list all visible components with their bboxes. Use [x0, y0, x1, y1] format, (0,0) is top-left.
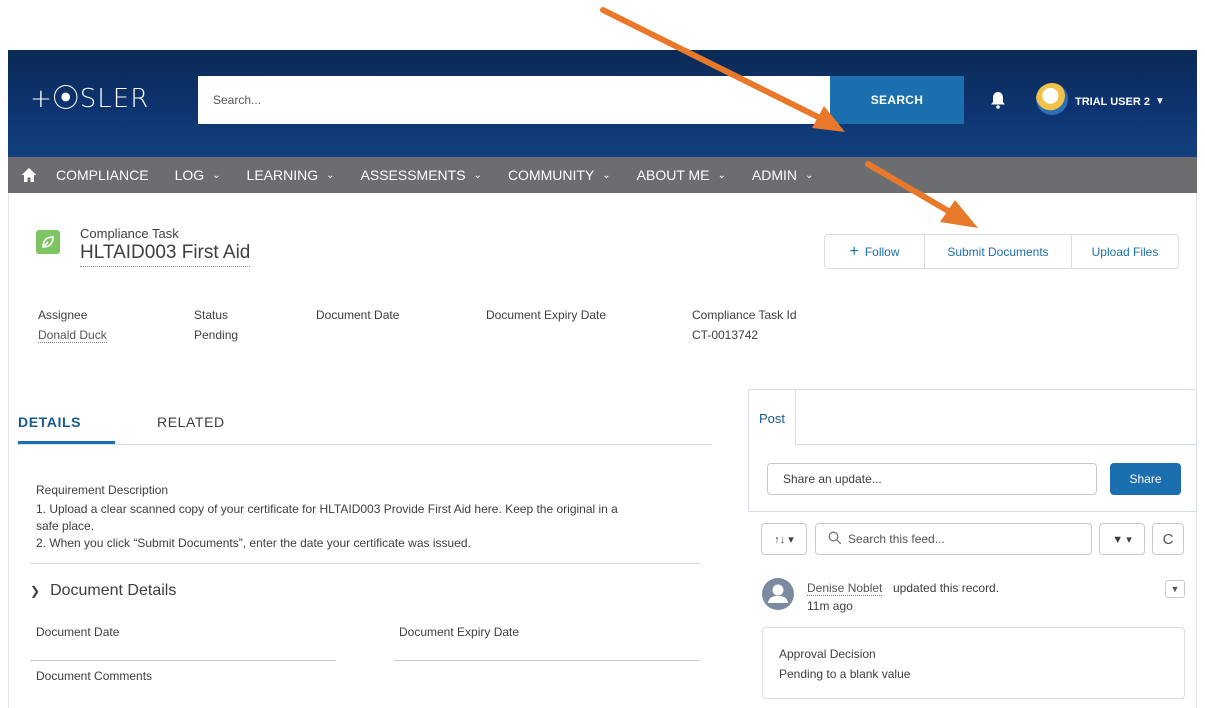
requirement-line: 2. When you click “Submit Documents”, en… [36, 536, 471, 550]
search-icon [828, 531, 842, 545]
section-title: Document Details [50, 582, 177, 599]
record-title: HLTAID003 First Aid [80, 242, 251, 267]
follow-label: Follow [864, 244, 900, 259]
document-date-field-label: Document Date [36, 625, 120, 639]
record-actions: + Follow Submit Documents Upload Files [824, 234, 1179, 269]
nav-item-label: ASSESSMENTS [360, 167, 466, 183]
plus-icon: + [849, 242, 859, 260]
global-search-input[interactable] [198, 76, 831, 124]
document-expiry-date-field-line [394, 660, 700, 661]
user-avatar-icon[interactable] [762, 578, 794, 610]
feed-author-link[interactable]: Denise Noblet [807, 581, 883, 596]
refresh-icon[interactable]: C [1152, 523, 1184, 555]
status-label: Status [194, 308, 229, 322]
feed-change-detail [762, 627, 1185, 699]
feed-sort-button[interactable]: ↑↓ ▾ [761, 523, 807, 555]
user-menu-name[interactable]: TRIAL USER 2 [1075, 96, 1150, 108]
nav-item-label: ABOUT ME [636, 167, 710, 183]
nav-item-label: COMMUNITY [507, 167, 595, 183]
user-menu-caret-icon[interactable]: ▼ [1155, 96, 1165, 107]
chevron-down-icon: ⌄ [805, 169, 814, 181]
chevron-down-icon: ❯ [30, 584, 41, 598]
approval-decision-label: Approval Decision [779, 647, 876, 661]
page: +⦿SLER SEARCH TRIAL USER 2 ▼ COMPLIANCE … [0, 0, 1205, 708]
notification-bell-icon[interactable] [988, 90, 1008, 110]
document-comments-field-label: Document Comments [36, 669, 153, 683]
document-expiry-date-field-label: Document Expiry Date [399, 625, 520, 639]
main-nav: COMPLIANCE LOG ⌄ LEARNING ⌄ ASSESSMENTS ⌄ C… [8, 157, 1197, 193]
nav-item-label: LOG [174, 167, 205, 183]
osler-logo[interactable]: +⦿SLER [30, 78, 149, 115]
upload-files-button[interactable]: Upload Files [1072, 234, 1179, 269]
chevron-down-icon: ⌄ [212, 169, 221, 181]
tab-details[interactable]: DETAILS [18, 414, 81, 430]
requirement-description-label: Requirement Description [36, 483, 169, 497]
home-icon[interactable] [20, 166, 38, 184]
nav-item-label: ADMIN [751, 167, 798, 183]
compliance-task-id-value: CT-0013742 [692, 328, 759, 342]
assignee-link[interactable]: Donald Duck [38, 328, 107, 343]
nav-item-admin[interactable]: ADMIN ⌄ [752, 167, 814, 183]
compliance-task-leaf-icon [36, 230, 60, 254]
nav-item-learning[interactable]: LEARNING ⌄ [247, 167, 335, 183]
feed-timestamp[interactable]: 11m ago [807, 599, 853, 613]
requirement-line: safe place. [36, 519, 95, 533]
field-divider [30, 563, 700, 564]
approval-decision-value: Pending to a blank value [779, 667, 911, 681]
status-value: Pending [194, 328, 239, 342]
share-update-input[interactable] [767, 463, 1097, 495]
document-date-label: Document Date [316, 308, 400, 322]
nav-item-log[interactable]: LOG ⌄ [175, 167, 221, 183]
nav-item-compliance[interactable]: COMPLIANCE [56, 167, 149, 183]
nav-item-assessments[interactable]: ASSESSMENTS ⌄ [361, 167, 482, 183]
chevron-down-icon: ⌄ [717, 169, 726, 181]
feed-item-menu-icon[interactable]: ▼ [1165, 580, 1185, 598]
feed-action-text: updated this record. [893, 581, 1000, 595]
follow-button[interactable]: + Follow [824, 234, 925, 269]
tabs-divider [18, 444, 712, 445]
feed-search-input[interactable] [815, 523, 1092, 555]
user-avatar[interactable] [1036, 83, 1068, 115]
feed-filter-button[interactable]: ▼ ▾ [1099, 523, 1145, 555]
record-type-label: Compliance Task [80, 226, 179, 241]
compliance-task-id-label: Compliance Task Id [692, 308, 797, 322]
requirement-line: 1. Upload a clear scanned copy of your c… [36, 502, 618, 516]
chevron-down-icon: ⌄ [602, 169, 611, 181]
post-tab-label[interactable]: Post [759, 411, 785, 426]
tab-related[interactable]: RELATED [157, 414, 225, 430]
document-expiry-date-label: Document Expiry Date [486, 308, 607, 322]
document-details-section-header[interactable]: ❯ Document Details [30, 582, 176, 600]
chevron-down-icon: ⌄ [473, 169, 482, 181]
publisher-tab-divider [796, 444, 1196, 445]
search-button[interactable]: SEARCH [830, 76, 964, 124]
nav-item-label: COMPLIANCE [56, 167, 149, 183]
nav-item-community[interactable]: COMMUNITY ⌄ [508, 167, 611, 183]
assignee-label: Assignee [38, 308, 88, 322]
nav-item-label: LEARNING [246, 167, 319, 183]
share-button[interactable]: Share [1110, 463, 1181, 495]
nav-item-about-me[interactable]: ABOUT ME ⌄ [637, 167, 726, 183]
chevron-down-icon: ⌄ [326, 169, 335, 181]
requirement-description-text: 1. Upload a clear scanned copy of your c… [36, 501, 700, 552]
document-date-field-line [30, 660, 336, 661]
submit-documents-button[interactable]: Submit Documents [925, 234, 1072, 269]
